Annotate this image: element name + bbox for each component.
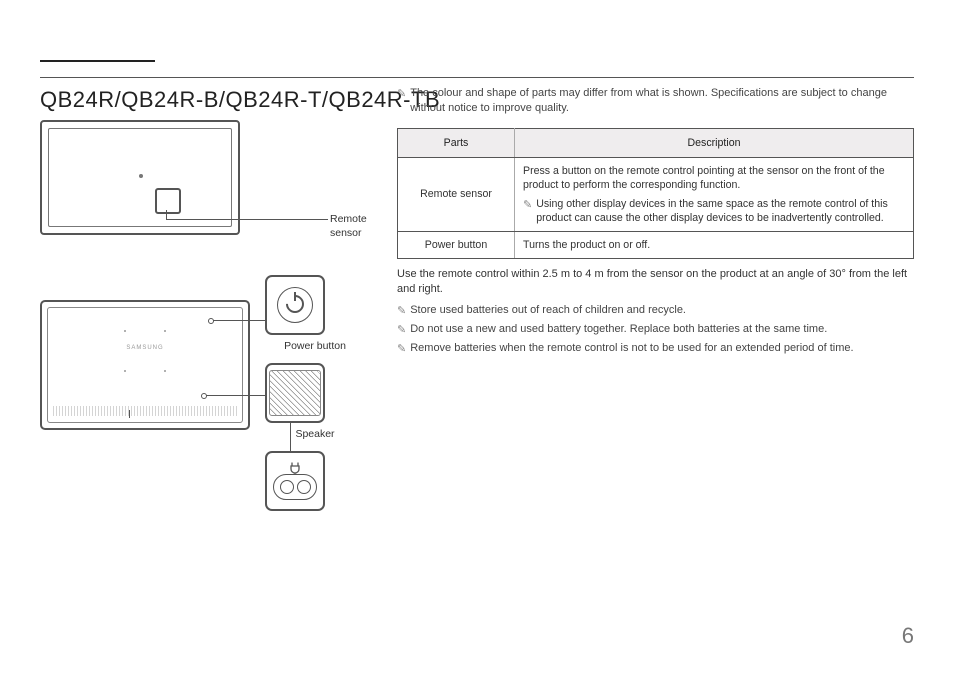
note-item: ✎ Store used batteries out of reach of c… [397,303,914,318]
mounting-hole-icon [124,370,126,372]
rear-logo: SAMSUNG [126,344,163,352]
speaker-callout [265,363,325,423]
text-column: ✎ The colour and shape of parts may diff… [397,85,914,360]
header-rule-short [40,60,155,62]
table-header-description: Description [515,128,914,157]
note-text: Store used batteries out of reach of chi… [410,303,686,318]
model-title: QB24R/QB24R-B/QB24R-T/QB24R-TB [40,85,440,115]
table-row: Remote sensor Press a button on the remo… [398,157,914,231]
remote-sensor-marker [139,174,143,178]
table-cell-desc: Turns the product on or off. [515,232,914,259]
battery-notes: ✎ Store used batteries out of reach of c… [397,303,914,356]
diagram-monitor-front [40,120,240,235]
note-item: ✎ Do not use a new and used battery toge… [397,322,914,337]
speaker-label: Speaker [265,427,365,441]
note-icon: ✎ [397,304,406,319]
note-icon: ✎ [523,198,532,227]
intro-note-text: The colour and shape of parts may differ… [410,86,914,116]
table-cell-part: Remote sensor [398,157,515,231]
parts-table: Parts Description Remote sensor Press a … [397,128,914,260]
remote-sensor-leader-line [180,219,328,220]
mounting-hole-icon [124,330,126,332]
table-cell-desc: Press a button on the remote control poi… [515,157,914,231]
note-icon: ✎ [397,87,406,117]
mounting-hole-icon [164,370,166,372]
mounting-hole-icon [164,330,166,332]
leader-dot [208,318,214,324]
detail-callouts: Power button Speaker [265,275,365,515]
note-text: Remove batteries when the remote control… [410,341,853,356]
page-number: 6 [902,621,914,651]
power-inlet-callout [265,451,325,511]
table-row: Power button Turns the product on or off… [398,232,914,259]
power-icon [277,287,313,323]
power-button-label: Power button [265,339,365,353]
remote-sensor-leader-elbow [166,210,181,220]
ac-inlet-icon [273,474,317,500]
table-cell-part: Power button [398,232,515,259]
table-cell-desc-text: Press a button on the remote control poi… [523,164,905,193]
plug-icon [288,462,302,474]
speaker-grille-icon [53,406,237,416]
diagram-column: Remote sensor SAMSUNG Power button Speak… [40,120,370,235]
usage-text: Use the remote control within 2.5 m to 4… [397,267,914,297]
header-rule-full [40,77,914,78]
leader-dot [201,393,207,399]
note-icon: ✎ [397,323,406,338]
table-cell-note: ✎ Using other display devices in the sam… [523,197,905,226]
speaker-texture-icon [269,370,321,416]
power-button-callout [265,275,325,335]
note-icon: ✎ [397,342,406,357]
table-header-parts: Parts [398,128,515,157]
table-cell-note-text: Using other display devices in the same … [536,197,905,226]
leader-line [129,410,130,418]
intro-note: ✎ The colour and shape of parts may diff… [397,86,914,116]
note-text: Do not use a new and used battery togeth… [410,322,827,337]
remote-sensor-label: Remote sensor [330,212,370,240]
note-item: ✎ Remove batteries when the remote contr… [397,341,914,356]
ac-pin-icon [297,480,311,494]
ac-pin-icon [280,480,294,494]
